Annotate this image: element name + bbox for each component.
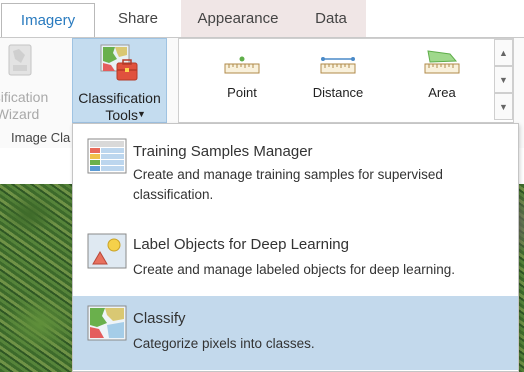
ruler-area-icon bbox=[424, 50, 460, 74]
gallery-scroll-down[interactable]: ▼ bbox=[494, 66, 513, 93]
ribbon-tab-strip: Imagery Share Appearance Data bbox=[0, 0, 524, 38]
wizard-label-line2: Wizard bbox=[0, 106, 40, 122]
gallery-expand[interactable]: ▼ bbox=[494, 93, 513, 120]
measure-point-button[interactable]: Point bbox=[197, 49, 287, 109]
menu-item-training-samples-manager[interactable]: Training Samples Manager Create and mana… bbox=[73, 124, 518, 210]
menu-item-title: Classify bbox=[133, 310, 186, 327]
measure-point-label: Point bbox=[227, 85, 257, 100]
classification-tools-label-line2: Tools bbox=[105, 107, 138, 123]
menu-item-description: Create and manage labeled objects for de… bbox=[133, 262, 455, 277]
classification-tools-icon bbox=[100, 44, 138, 81]
classification-wizard-icon bbox=[8, 44, 32, 76]
measure-distance-button[interactable]: Distance bbox=[293, 49, 383, 109]
measure-distance-label: Distance bbox=[312, 85, 364, 100]
chevron-down-icon: ▼ bbox=[499, 75, 508, 85]
table-grid-icon bbox=[87, 138, 127, 174]
chevron-up-icon: ▲ bbox=[499, 48, 508, 58]
classification-tools-label-line1: Classification bbox=[78, 90, 161, 106]
classify-icon bbox=[87, 305, 127, 341]
tab-data[interactable]: Data bbox=[297, 0, 365, 37]
tab-share[interactable]: Share bbox=[101, 0, 175, 37]
menu-item-description-line1: Create and manage training samples for s… bbox=[133, 167, 443, 182]
ruler-point-icon bbox=[224, 56, 260, 74]
menu-item-label-objects-deep-learning[interactable]: Label Objects for Deep Learning Create a… bbox=[73, 210, 518, 294]
measure-area-button[interactable]: Area bbox=[397, 49, 487, 109]
menu-item-description-line2: classification. bbox=[133, 187, 214, 202]
expand-more-icon: ▼ bbox=[499, 102, 508, 112]
measure-gallery: Point Distance Area bbox=[178, 38, 514, 123]
chevron-down-icon: ▼ bbox=[137, 109, 146, 119]
tab-imagery[interactable]: Imagery bbox=[1, 3, 95, 38]
classification-tools-button[interactable]: Classification Tools ▼ bbox=[72, 38, 167, 123]
tab-appearance[interactable]: Appearance bbox=[181, 0, 295, 37]
wizard-label-line1: ssification bbox=[0, 89, 49, 105]
menu-item-title: Training Samples Manager bbox=[133, 143, 313, 160]
ruler-distance-icon bbox=[320, 57, 356, 74]
menu-item-title: Label Objects for Deep Learning bbox=[133, 236, 349, 253]
measure-area-label: Area bbox=[428, 85, 456, 100]
classification-wizard-button[interactable]: ssification Wizard bbox=[0, 38, 55, 123]
menu-item-classify[interactable]: Classify Categorize pixels into classes. bbox=[73, 296, 518, 370]
gallery-scroll-up[interactable]: ▲ bbox=[494, 39, 513, 66]
menu-item-description: Categorize pixels into classes. bbox=[133, 336, 315, 351]
classification-tools-menu: Training Samples Manager Create and mana… bbox=[72, 123, 519, 372]
group-label-image-classification: Image Cla bbox=[11, 130, 71, 145]
label-objects-icon bbox=[87, 233, 127, 269]
